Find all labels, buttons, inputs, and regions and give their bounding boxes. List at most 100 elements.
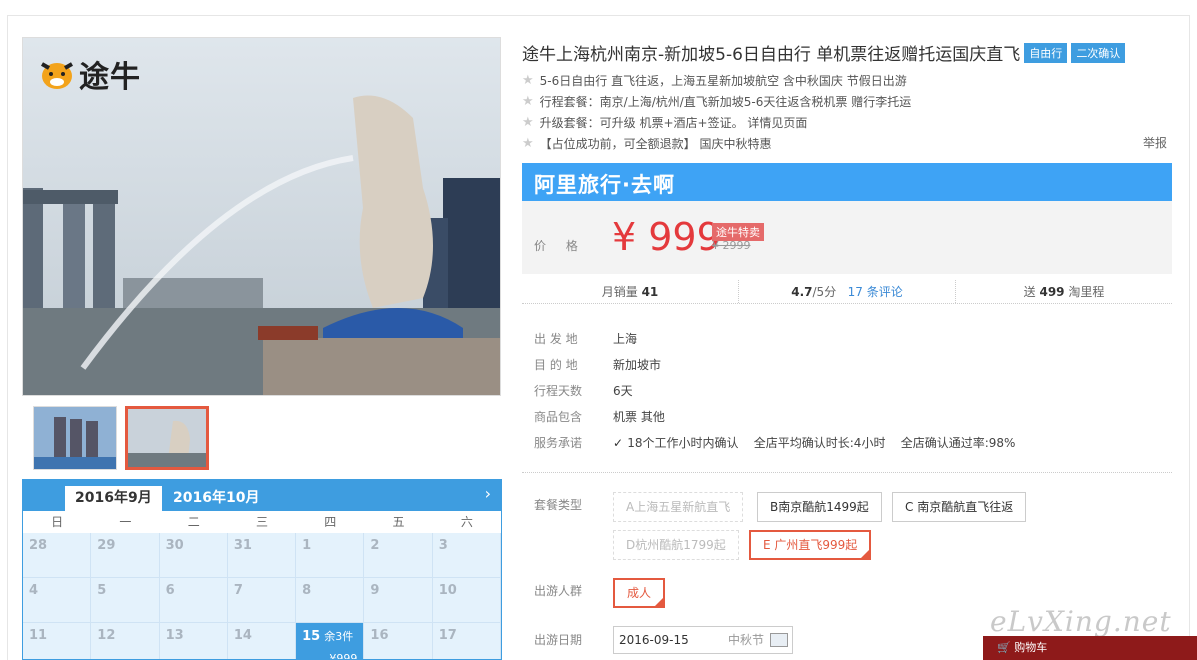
rating-suffix: /5分 xyxy=(812,285,837,299)
cart-label: 购物车 xyxy=(1014,641,1048,654)
detail-days: 行程天数 6天 xyxy=(534,382,633,399)
crowd-option-adult[interactable]: 成人 xyxy=(613,578,666,608)
calendar-day: 13 xyxy=(159,623,228,659)
detail-value: 上海 xyxy=(613,332,638,346)
calendar-day: 29 xyxy=(91,533,160,578)
title-text: 途牛上海杭州南京-新加坡5-6日自由行 单机票往返赠托运国庆直飞 xyxy=(522,45,1021,65)
calendar-day: 3 xyxy=(432,533,501,578)
detail-departure: 出 发 地 上海 xyxy=(534,330,637,347)
calendar-day: 17 xyxy=(432,623,501,659)
badge-confirm: 二次确认 xyxy=(1071,43,1126,63)
calendar-day: 16 xyxy=(364,623,433,659)
calendar-day: 10 xyxy=(432,578,501,623)
points-prefix: 送 xyxy=(1023,285,1036,299)
tab-october[interactable]: 2016年10月 xyxy=(163,486,269,511)
feature-item: ★ 【占位成功前，可全额退款】 国庆中秋特惠 xyxy=(522,135,771,152)
day-price: ¥999 xyxy=(329,652,358,660)
package-option-d[interactable]: D杭州酷航1799起 xyxy=(613,530,739,560)
calendar-day: 2 xyxy=(364,533,433,578)
remaining-stock: 余3件 xyxy=(324,630,354,643)
calendar-day: 1 xyxy=(296,533,365,578)
rating-value: 4.7 xyxy=(791,285,813,299)
weekday: 四 xyxy=(324,515,337,529)
cart-bar[interactable]: 🛒 购物车 xyxy=(983,636,1197,660)
main-product-photo[interactable]: 途牛 xyxy=(22,37,501,396)
calendar-grid: 28 29 30 31 1 2 3 4 5 6 7 8 9 10 11 12 1… xyxy=(23,533,501,660)
calendar-day: 14 xyxy=(227,623,297,659)
star-icon: ★ xyxy=(522,73,534,88)
divider xyxy=(522,472,1172,473)
calendar-day-selected[interactable]: 15 余3件 ¥999 xyxy=(296,623,365,660)
check-icon: ✓ xyxy=(613,436,628,450)
calendar-header: 2016年9月 2016年10月 › xyxy=(23,480,501,511)
detail-value: 6天 xyxy=(613,384,633,398)
selected-day: 15 xyxy=(302,629,321,644)
star-icon: ★ xyxy=(522,115,534,130)
detail-key: 行程天数 xyxy=(534,384,583,398)
points-suffix: 淘里程 xyxy=(1068,285,1105,299)
price-label: 价 格 xyxy=(534,239,586,253)
calendar-day: 8 xyxy=(296,578,365,623)
package-option-e[interactable]: E 广州直飞999起 xyxy=(749,530,872,560)
sales-label: 月销量 xyxy=(601,285,638,299)
weekday: 三 xyxy=(255,515,268,529)
feature-text: 升级套餐：可升级 机票+酒店+签证。 详情见页面 xyxy=(539,116,808,130)
badge-free-travel: 自由行 xyxy=(1024,43,1068,63)
package-option-a[interactable]: A上海五星新航直飞 xyxy=(613,492,744,522)
price-value: ¥ 999 xyxy=(612,215,721,259)
price-box: 价 格 ¥ 999 途牛特卖 ¥ 2999 xyxy=(522,201,1172,274)
weekday: 六 xyxy=(460,515,473,529)
reviews-link[interactable]: 17 条评论 xyxy=(848,285,903,299)
points: 送 499 淘里程 xyxy=(955,280,1172,303)
feature-item: ★ 5-6日自由行 直飞往返，上海五星新加坡航空 含中秋国庆 节假日出游 xyxy=(522,72,907,89)
logo-text: 途牛 xyxy=(79,60,141,95)
points-value: 499 xyxy=(1039,285,1065,299)
detail-value: 新加坡市 xyxy=(613,358,662,372)
detail-key: 目 的 地 xyxy=(534,358,578,372)
feature-item: ★ 行程套餐：南京/上海/杭州/直飞新加坡5-6天往返含税机票 赠行李托运 xyxy=(522,93,911,110)
date-value: 2016-09-15 xyxy=(619,633,689,647)
tuniu-logo: 途牛 xyxy=(39,52,141,96)
thumbnail-2[interactable] xyxy=(125,406,209,470)
package-option-c[interactable]: C 南京酷航直飞往返 xyxy=(892,492,1027,522)
calendar-day: 12 xyxy=(91,623,160,659)
cart-icon: 🛒 xyxy=(997,641,1015,654)
tab-september[interactable]: 2016年9月 xyxy=(65,486,162,511)
detail-value: 机票 其他 xyxy=(613,410,665,424)
original-price: ¥ 2999 xyxy=(712,239,751,252)
weekday: 一 xyxy=(119,515,132,529)
star-icon: ★ xyxy=(522,136,534,151)
chevron-right-icon[interactable]: › xyxy=(485,484,491,503)
weekday: 二 xyxy=(187,515,200,529)
weekday-row: 日 一 二 三 四 五 六 xyxy=(23,511,501,533)
weekday: 日 xyxy=(51,515,64,529)
feature-text: 5-6日自由行 直飞往返，上海五星新加坡航空 含中秋国庆 节假日出游 xyxy=(539,74,907,88)
festival-label: 中秋节 xyxy=(727,633,764,647)
cow-icon xyxy=(41,62,73,89)
detail-service: 服务承诺 ✓ 18个工作小时内确认 全店平均确认时长:4小时 全店确认通过率:98… xyxy=(534,434,1015,451)
calendar-day: 9 xyxy=(364,578,433,623)
package-label: 套餐类型 xyxy=(534,498,583,512)
watermark: eLvXing.net xyxy=(990,605,1172,638)
date-field[interactable]: 2016-09-15 中秋节 xyxy=(613,626,793,654)
report-link[interactable]: 举报 xyxy=(1143,134,1167,151)
product-title: 途牛上海杭州南京-新加坡5-6日自由行 单机票往返赠托运国庆直飞 自由行 二次确认 xyxy=(522,40,1126,65)
calendar-icon[interactable] xyxy=(770,633,788,647)
sales-count: 41 xyxy=(641,285,659,299)
calendar-day: 11 xyxy=(23,623,92,659)
calendar-day: 5 xyxy=(91,578,160,623)
feature-text: 行程套餐：南京/上海/杭州/直飞新加坡5-6天往返含税机票 赠行李托运 xyxy=(539,95,912,109)
date-label: 出游日期 xyxy=(534,633,583,647)
detail-includes: 商品包含 机票 其他 xyxy=(534,408,665,425)
calendar-day: 31 xyxy=(227,533,297,578)
package-option-b[interactable]: B南京酷航1499起 xyxy=(757,492,882,522)
alitrip-banner: 阿里旅行·去啊 xyxy=(522,163,1172,201)
feature-text: 【占位成功前，可全额退款】 国庆中秋特惠 xyxy=(539,137,772,151)
calendar-day: 4 xyxy=(23,578,92,623)
calendar-day: 7 xyxy=(227,578,297,623)
availability-calendar: 2016年9月 2016年10月 › 日 一 二 三 四 五 六 28 29 3… xyxy=(22,479,502,660)
crowd-label: 出游人群 xyxy=(534,584,583,598)
thumbnail-1[interactable] xyxy=(33,406,117,470)
feature-item: ★ 升级套餐：可升级 机票+酒店+签证。 详情见页面 xyxy=(522,114,807,131)
star-icon: ★ xyxy=(522,94,534,109)
